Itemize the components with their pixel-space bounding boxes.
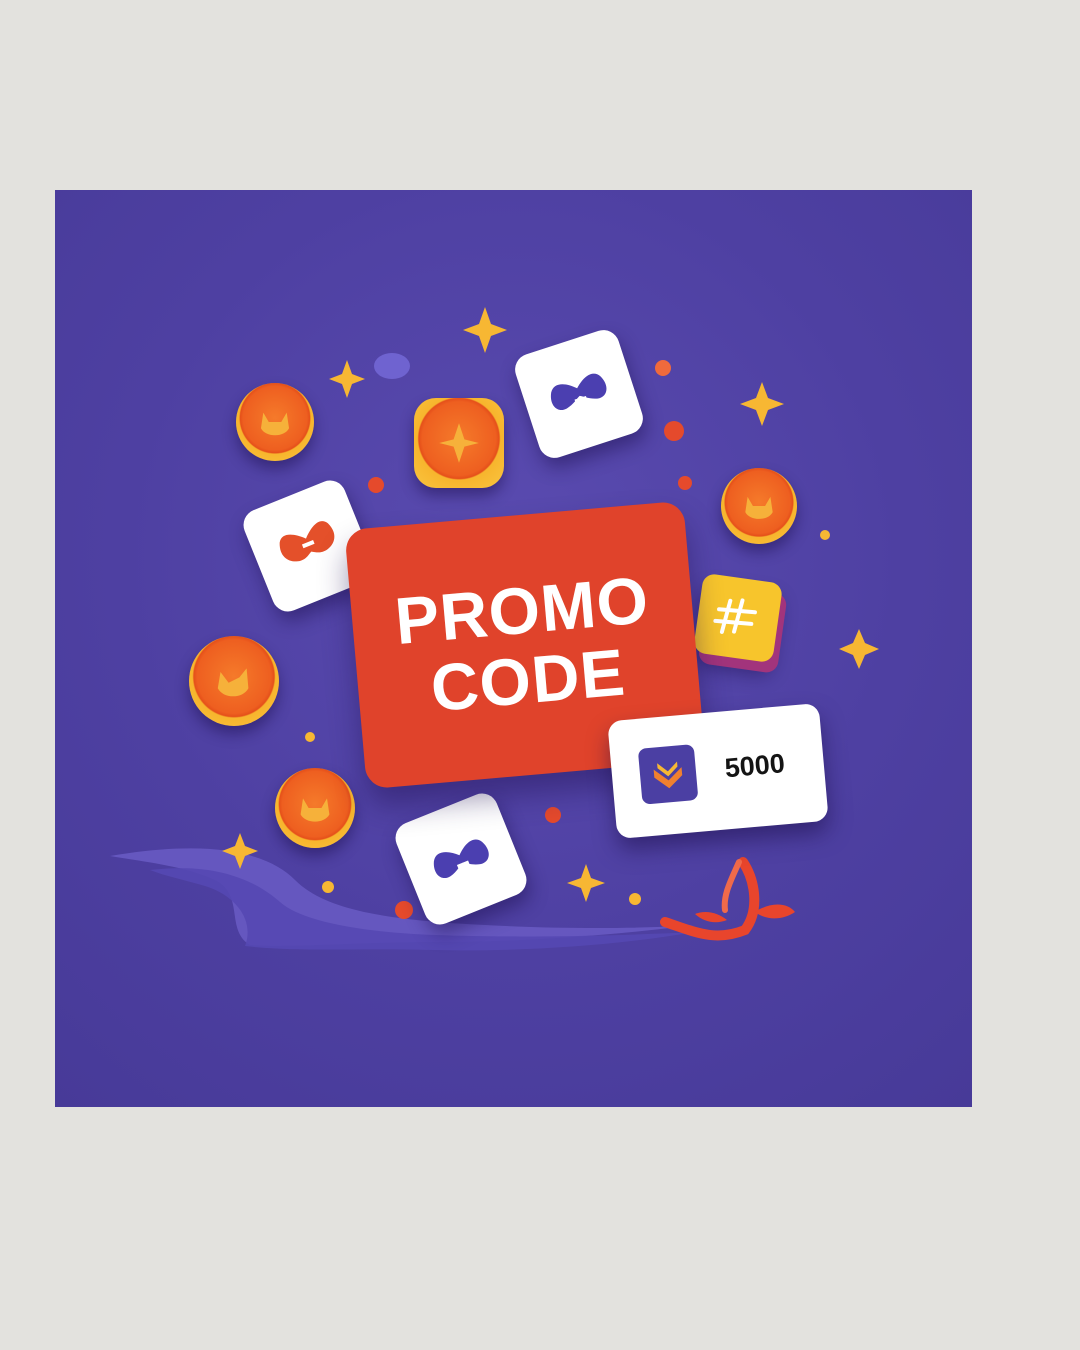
fox-coin-icon — [439, 423, 479, 463]
amount-value: 5000 — [723, 748, 786, 784]
promo-panel: PROMO CODE 5000 — [55, 190, 972, 1107]
fox-coin-icon — [745, 496, 773, 519]
fox-coin-icon — [217, 668, 249, 697]
swoosh-shape — [110, 848, 695, 946]
ribbon-icon — [660, 857, 795, 941]
fox-coin-icon — [260, 412, 290, 436]
fox-coin-icon — [300, 798, 330, 822]
coin-5 — [275, 768, 355, 848]
gold-tile — [692, 572, 784, 664]
coin-2 — [414, 398, 504, 488]
hash-glyph-icon — [713, 598, 757, 634]
amount-card: 5000 — [607, 702, 829, 840]
coin-4 — [189, 636, 279, 726]
promo-title-line-2: CODE — [427, 634, 629, 726]
chevron-emblem-icon — [637, 744, 699, 805]
coin-3 — [721, 468, 797, 544]
coin-1 — [236, 383, 314, 461]
